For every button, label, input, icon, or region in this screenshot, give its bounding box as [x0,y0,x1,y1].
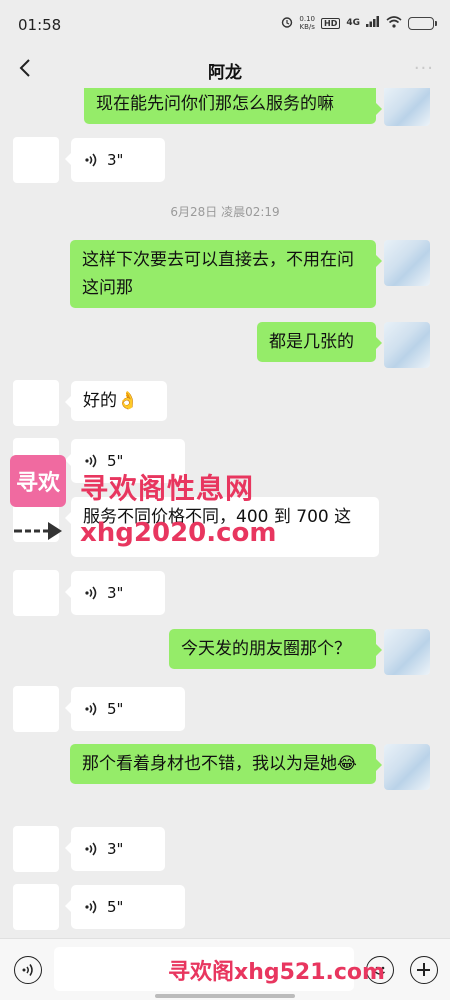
contact-avatar[interactable] [13,570,59,616]
contact-avatar[interactable] [13,380,59,426]
alarm-icon [281,16,293,31]
network-type: 4G [346,18,360,28]
contact-avatar[interactable] [13,137,59,183]
voice-wave-icon [85,153,97,167]
hd-badge: HD [321,17,341,29]
message-outgoing[interactable]: 都是几张的 [257,322,382,362]
voice-duration: 3" [107,584,124,602]
voice-wave-icon [85,702,97,716]
message-text: 好的👌 [83,391,139,411]
voice-wave-icon [85,586,97,600]
voice-duration: 3" [107,151,124,169]
watermark-url: xhg2020.com [80,518,277,548]
net-speed: 0.10 KB/s [299,15,315,31]
status-icons: 0.10 KB/s HD 4G [281,15,437,31]
chat-title: 阿龙 [208,63,242,83]
message-outgoing[interactable]: 这样下次要去可以直接去，不用在问这问那 [70,240,382,308]
voice-wave-icon [85,900,97,914]
contact-avatar[interactable] [13,826,59,872]
voice-message[interactable]: 3" [65,827,165,871]
voice-duration: 5" [107,898,124,916]
timestamp: 6月28日 凌晨02:19 [170,205,280,219]
home-indicator [155,994,295,998]
status-bar: 01:58 0.10 KB/s HD 4G [0,0,450,46]
contact-avatar[interactable] [13,884,59,930]
watermark-bottom: 寻欢阁xhg521.com [168,960,385,985]
voice-message[interactable]: 3" [65,138,165,182]
my-avatar[interactable] [384,744,430,790]
message-outgoing[interactable]: 现在能先问你们那怎么服务的嘛 [84,88,382,124]
signal-icon [366,16,380,30]
voice-duration: 3" [107,840,124,858]
status-time: 01:58 [18,16,62,34]
message-incoming[interactable]: 好的👌 [65,381,167,421]
plus-icon[interactable] [410,956,438,984]
more-options-icon[interactable]: ··· [414,58,434,79]
voice-wave-icon [85,842,97,856]
my-avatar[interactable] [384,88,430,126]
my-avatar[interactable] [384,629,430,675]
chat-header: 阿龙 ··· [0,46,450,92]
my-avatar[interactable] [384,322,430,368]
voice-duration: 5" [107,700,124,718]
voice-input-icon[interactable] [14,956,42,984]
watermark-logo: 寻欢 [10,455,66,507]
message-text: 都是几张的 [269,332,354,352]
contact-avatar[interactable] [13,686,59,732]
wifi-icon [386,15,402,31]
message-text: 那个看着身材也不错，我以为是她😂 [82,754,357,774]
voice-message[interactable]: 3" [65,571,165,615]
voice-message[interactable]: 5" [65,687,185,731]
battery-icon [408,16,437,30]
voice-message[interactable]: 5" [65,885,185,929]
watermark-title: 寻欢阁性息网 [80,472,255,505]
watermark-arrow-icon [14,520,64,548]
message-text: 今天发的朋友圈那个？ [181,639,351,659]
my-avatar[interactable] [384,240,430,286]
message-text: 这样下次要去可以直接去，不用在问这问那 [82,250,354,298]
message-text: 现在能先问你们那怎么服务的嘛 [96,94,334,114]
message-outgoing[interactable]: 那个看着身材也不错，我以为是她😂 [70,744,382,784]
message-outgoing[interactable]: 今天发的朋友圈那个？ [169,629,382,669]
